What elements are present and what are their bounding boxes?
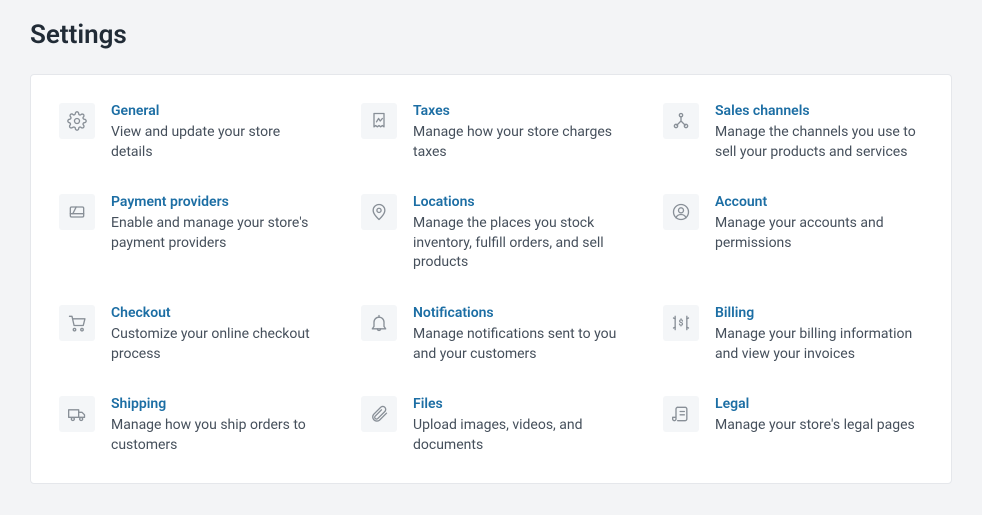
item-description: Enable and manage your store's payment p… [111, 214, 319, 253]
item-title: General [111, 103, 319, 119]
settings-item-sales-channels[interactable]: Sales channels Manage the channels you us… [663, 103, 923, 162]
settings-item-notifications[interactable]: Notifications Manage notifications sent t… [361, 305, 621, 364]
item-title: Billing [715, 305, 923, 321]
settings-item-general[interactable]: General View and update your store detail… [59, 103, 319, 162]
billing-icon [663, 305, 699, 341]
settings-item-billing[interactable]: Billing Manage your billing information a… [663, 305, 923, 364]
item-description: Manage how you ship orders to customers [111, 416, 319, 455]
item-description: Manage notifications sent to you and you… [413, 325, 621, 364]
settings-item-locations[interactable]: Locations Manage the places you stock inv… [361, 194, 621, 273]
item-description: View and update your store details [111, 123, 319, 162]
item-description: Manage how your store charges taxes [413, 123, 621, 162]
page-title: Settings [0, 0, 982, 74]
item-description: Manage the channels you use to sell your… [715, 123, 923, 162]
settings-item-files[interactable]: Files Upload images, videos, and document… [361, 396, 621, 455]
item-title: Account [715, 194, 923, 210]
settings-item-checkout[interactable]: Checkout Customize your online checkout p… [59, 305, 319, 364]
item-title: Notifications [413, 305, 621, 321]
bell-icon [361, 305, 397, 341]
location-icon [361, 194, 397, 230]
settings-item-shipping[interactable]: Shipping Manage how you ship orders to cu… [59, 396, 319, 455]
item-title: Checkout [111, 305, 319, 321]
settings-item-taxes[interactable]: Taxes Manage how your store charges taxes [361, 103, 621, 162]
card-icon [59, 194, 95, 230]
cart-icon [59, 305, 95, 341]
scroll-icon [663, 396, 699, 432]
settings-panel: General View and update your store detail… [30, 74, 952, 484]
item-description: Customize your online checkout process [111, 325, 319, 364]
channels-icon [663, 103, 699, 139]
settings-item-account[interactable]: Account Manage your accounts and permissi… [663, 194, 923, 273]
item-description: Manage your accounts and permissions [715, 214, 923, 253]
receipt-icon [361, 103, 397, 139]
item-title: Files [413, 396, 621, 412]
item-title: Sales channels [715, 103, 923, 119]
clip-icon [361, 396, 397, 432]
settings-item-legal[interactable]: Legal Manage your store's legal pages [663, 396, 923, 455]
item-description: Upload images, videos, and documents [413, 416, 621, 455]
truck-icon [59, 396, 95, 432]
account-icon [663, 194, 699, 230]
item-title: Taxes [413, 103, 621, 119]
item-title: Locations [413, 194, 621, 210]
item-title: Shipping [111, 396, 319, 412]
settings-item-payment-providers[interactable]: Payment providers Enable and manage your … [59, 194, 319, 273]
item-description: Manage your store's legal pages [715, 416, 923, 436]
item-title: Legal [715, 396, 923, 412]
item-description: Manage the places you stock inventory, f… [413, 214, 621, 273]
item-description: Manage your billing information and view… [715, 325, 923, 364]
gear-icon [59, 103, 95, 139]
item-title: Payment providers [111, 194, 319, 210]
